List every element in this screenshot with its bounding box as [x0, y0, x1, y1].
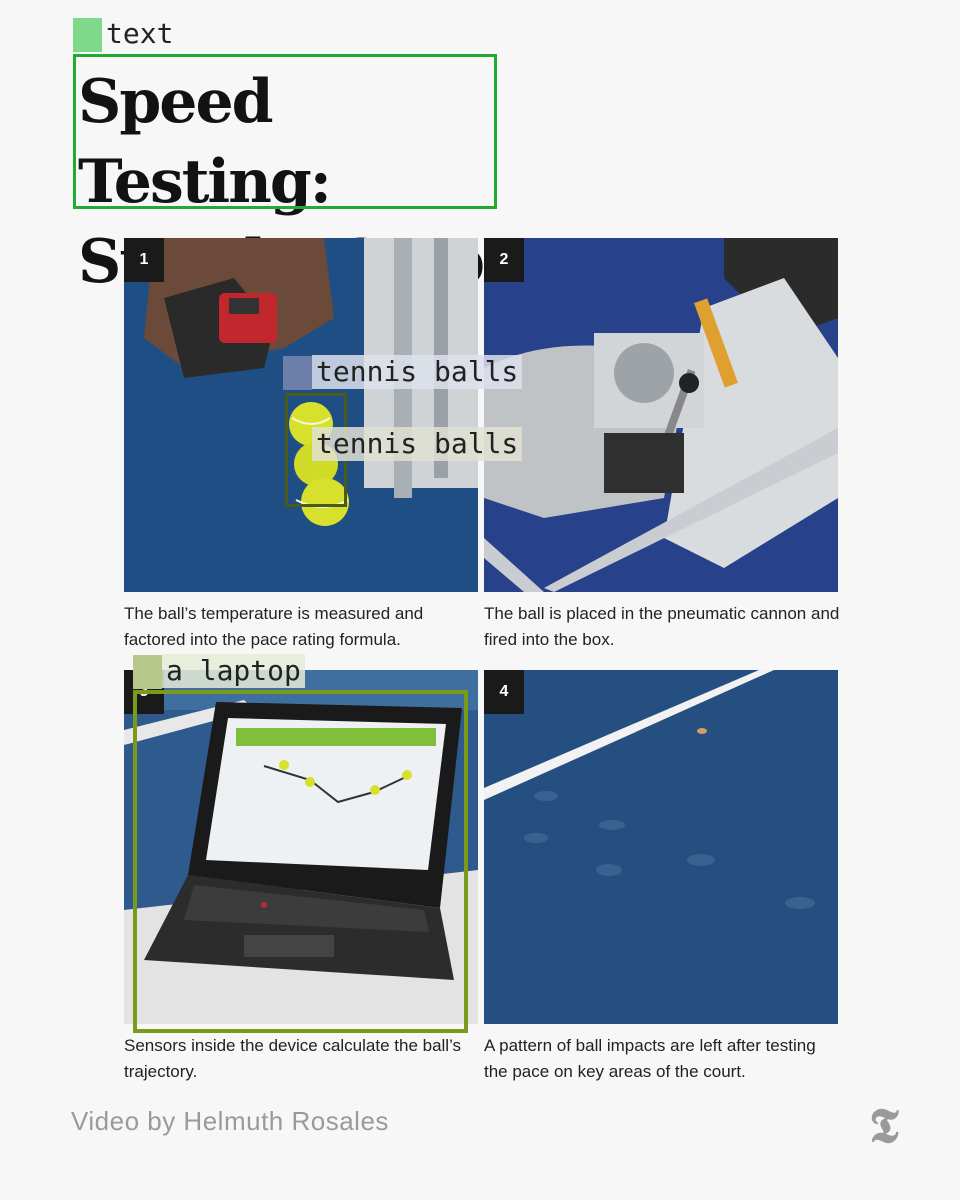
annotation-label-tennis-balls-2: tennis balls	[312, 427, 523, 461]
annotation-swatch-text	[73, 18, 102, 52]
caption-4: A pattern of ball impacts are left after…	[484, 1036, 816, 1081]
annotation-box-laptop	[133, 690, 468, 1033]
annotation-label-laptop: a laptop	[162, 654, 305, 688]
annotation-swatch-tennis-balls-1	[283, 356, 312, 390]
caption-2: The ball is placed in the pneumatic cann…	[484, 604, 840, 649]
photo-panel-4: 4	[484, 670, 838, 1024]
step-number-1: 1	[124, 238, 164, 282]
photo-court-ball-impacts	[484, 670, 838, 1024]
step-number-4: 4	[484, 670, 524, 714]
annotation-box-title	[73, 54, 497, 209]
annotation-label-tennis-balls-1: tennis balls	[312, 355, 523, 389]
nyt-logo-icon: 𝕿	[869, 1098, 899, 1154]
photo-panel-2: 2	[484, 238, 838, 592]
photo-pneumatic-cannon	[484, 238, 838, 592]
caption-3: Sensors inside the device calculate the …	[124, 1036, 462, 1081]
annotation-label-text: text	[106, 17, 174, 50]
step-number-2: 2	[484, 238, 524, 282]
annotation-swatch-laptop	[133, 655, 162, 689]
video-credit: Video by Helmuth Rosales	[71, 1106, 389, 1136]
caption-1: The ball’s temperature is measured and f…	[124, 604, 424, 649]
